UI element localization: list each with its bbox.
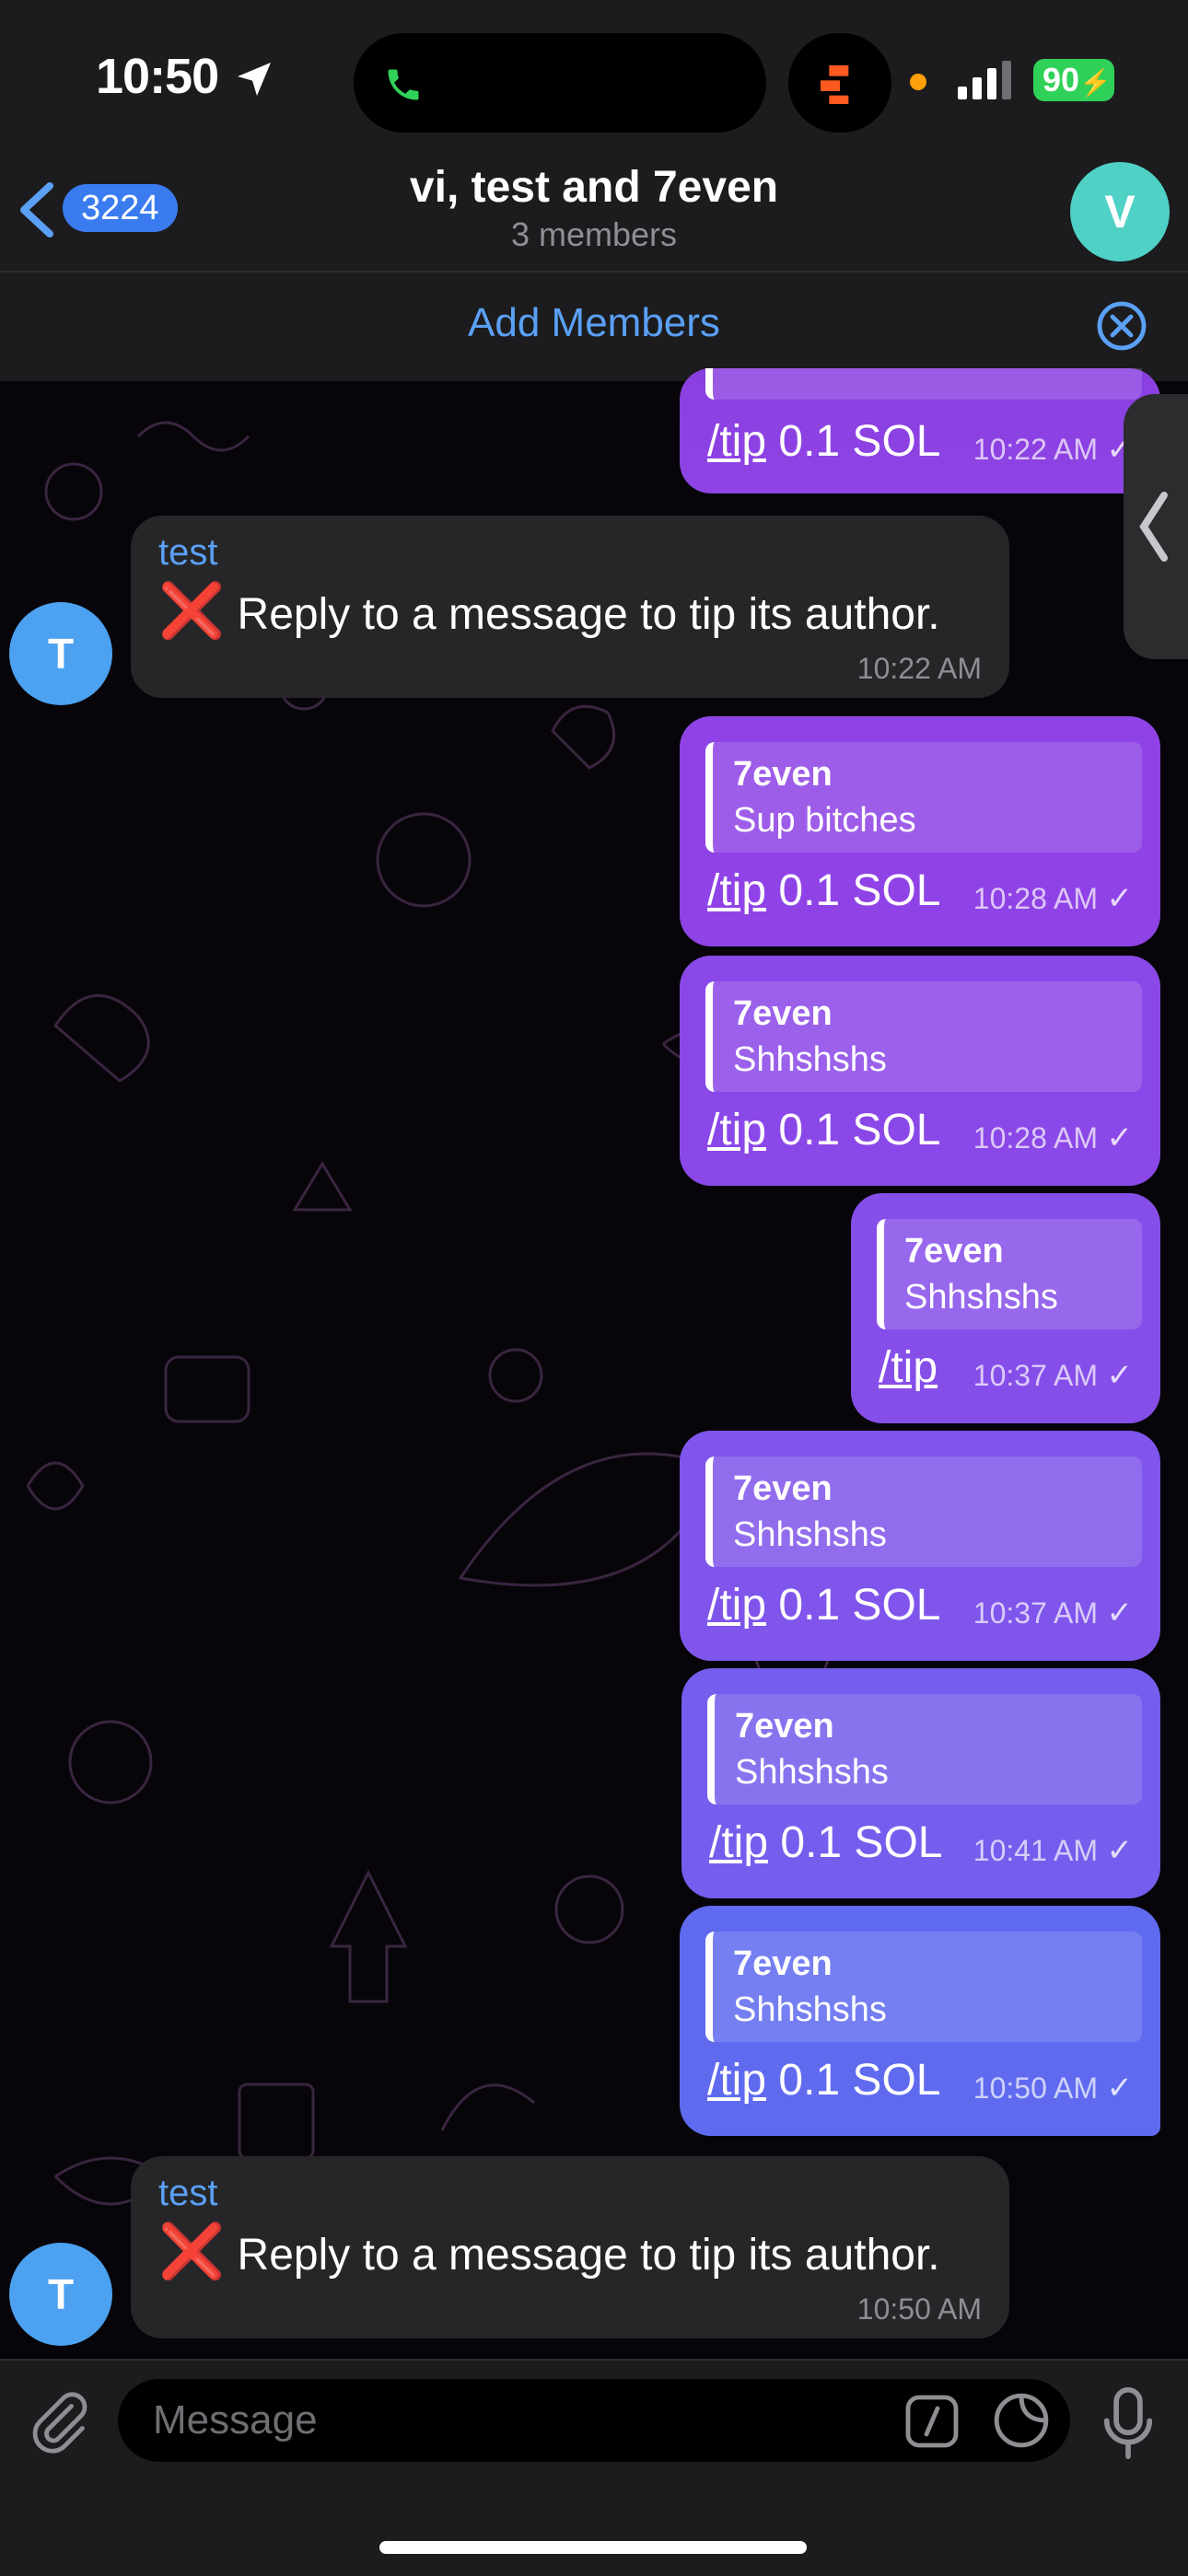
message-time: 10:37 AM <box>973 1359 1098 1392</box>
outgoing-message[interactable]: 7even Shhshshs /tip 10:37 AM ✓ <box>851 1193 1160 1423</box>
message-time: 10:41 AM <box>973 1834 1098 1867</box>
reply-quote[interactable]: 7even Shhshshs <box>877 1219 1142 1329</box>
tip-command-link[interactable]: /tip <box>707 1106 766 1155</box>
outgoing-message[interactable]: 7even Shhshshs /tip 0.1 SOL 10:50 AM ✓ <box>680 1906 1160 2136</box>
cellular-signal-icon <box>958 61 1011 99</box>
outgoing-message-partial[interactable]: /tip 0.1 SOL 10:22 AM ✓ <box>680 368 1160 493</box>
quote-text: Shhshshs <box>733 1040 887 1079</box>
phone-call-icon <box>388 69 419 100</box>
message-time: 10:28 AM <box>973 1121 1098 1155</box>
outgoing-message[interactable]: 7even Shhshshs /tip 0.1 SOL 10:41 AM ✓ <box>681 1668 1160 1898</box>
dynamic-island-app[interactable] <box>788 33 891 133</box>
message-time: 10:22 AM <box>973 433 1098 466</box>
sender-avatar[interactable]: T <box>9 2243 112 2346</box>
quote-author: 7even <box>733 1944 833 1983</box>
close-banner-icon[interactable] <box>1096 300 1147 352</box>
quote-author: 7even <box>733 755 833 794</box>
battery-level: 90 <box>1042 61 1080 99</box>
sticker-icon[interactable] <box>991 2390 1052 2451</box>
tip-command-link[interactable]: /tip <box>707 417 766 466</box>
quote-text: Shhshshs <box>733 1990 887 2029</box>
home-indicator <box>379 2541 807 2554</box>
read-check-icon: ✓ <box>1106 1833 1134 1868</box>
chevron-left-icon <box>1139 492 1168 562</box>
location-arrow-icon <box>238 63 271 96</box>
message-text: /tip 0.1 SOL <box>707 1106 941 1155</box>
attachment-paperclip-icon[interactable] <box>26 2386 92 2456</box>
tip-command-link[interactable]: /tip <box>707 2056 766 2105</box>
group-avatar[interactable]: V <box>1070 162 1170 261</box>
message-text: ❌ Reply to a message to tip its author. <box>158 2222 940 2281</box>
reply-quote <box>705 368 1142 400</box>
add-members-button[interactable]: Add Members <box>0 300 1188 346</box>
outgoing-message[interactable]: 7even Sup bitches /tip 0.1 SOL 10:28 AM ✓ <box>680 716 1160 946</box>
incoming-message[interactable]: test ❌ Reply to a message to tip its aut… <box>131 2156 1009 2338</box>
charging-bolt-icon: ⚡ <box>1079 68 1112 97</box>
read-check-icon: ✓ <box>1106 1358 1134 1393</box>
sender-name[interactable]: test <box>158 532 217 574</box>
message-time: 10:37 AM <box>973 1596 1098 1630</box>
app-activity-icon <box>821 65 849 104</box>
message-placeholder: Message <box>153 2397 318 2443</box>
reply-quote[interactable]: 7even Sup bitches <box>705 742 1142 853</box>
dynamic-island-call[interactable] <box>354 33 766 133</box>
outgoing-message[interactable]: 7even Shhshshs /tip 0.1 SOL 10:37 AM ✓ <box>680 1431 1160 1661</box>
reply-quote[interactable]: 7even Shhshshs <box>705 1932 1142 2042</box>
message-text: /tip 0.1 SOL <box>707 866 941 915</box>
tip-command-link[interactable]: /tip <box>707 1581 766 1630</box>
chat-title[interactable]: vi, test and 7even <box>0 162 1188 213</box>
message-time: 10:50 AM <box>856 2292 982 2326</box>
error-x-icon: ❌ <box>158 2222 226 2281</box>
quote-text: Shhshshs <box>904 1278 1058 1317</box>
battery-indicator: 90⚡ <box>1033 59 1114 101</box>
message-text: /tip 0.1 SOL <box>707 2056 941 2105</box>
quote-text: Shhshshs <box>733 1515 887 1554</box>
status-time: 10:50 <box>96 49 219 104</box>
bot-commands-icon[interactable] <box>903 2392 961 2451</box>
message-text: /tip 0.1 SOL <box>709 1818 943 1867</box>
message-text: /tip <box>879 1342 938 1393</box>
read-check-icon: ✓ <box>1106 1595 1134 1630</box>
message-time: 10:22 AM <box>856 652 982 685</box>
read-check-icon: ✓ <box>1106 2071 1134 2106</box>
mic-indicator-dot <box>910 74 926 90</box>
quote-author: 7even <box>904 1232 1004 1271</box>
sender-avatar[interactable]: T <box>9 602 112 705</box>
side-panel-handle[interactable] <box>1124 394 1188 659</box>
message-time: 10:28 AM <box>973 882 1098 915</box>
microphone-icon[interactable] <box>1100 2385 1157 2462</box>
read-check-icon: ✓ <box>1106 1120 1134 1155</box>
outgoing-message[interactable]: 7even Shhshshs /tip 0.1 SOL 10:28 AM ✓ <box>680 956 1160 1186</box>
tip-command-link[interactable]: /tip <box>707 866 766 915</box>
quote-text: Sup bitches <box>733 801 916 840</box>
reply-quote[interactable]: 7even Shhshshs <box>705 1456 1142 1567</box>
read-check-icon: ✓ <box>1106 881 1134 916</box>
message-text: /tip 0.1 SOL <box>707 1581 941 1630</box>
error-x-icon: ❌ <box>158 581 226 641</box>
quote-text: Shhshshs <box>735 1753 889 1792</box>
message-text: /tip 0.1 SOL <box>707 417 941 466</box>
quote-author: 7even <box>733 994 833 1033</box>
tip-command-link[interactable]: /tip <box>879 1343 938 1392</box>
quote-author: 7even <box>733 1469 833 1508</box>
message-text: ❌ Reply to a message to tip its author. <box>158 581 940 641</box>
member-count: 3 members <box>510 215 678 253</box>
tip-command-link[interactable]: /tip <box>709 1818 768 1867</box>
quote-author: 7even <box>735 1707 834 1746</box>
reply-quote[interactable]: 7even Shhshshs <box>705 981 1142 1092</box>
message-time: 10:50 AM <box>973 2071 1098 2105</box>
incoming-message[interactable]: test ❌ Reply to a message to tip its aut… <box>131 516 1009 698</box>
reply-quote[interactable]: 7even Shhshshs <box>707 1694 1142 1804</box>
sender-name[interactable]: test <box>158 2173 217 2214</box>
